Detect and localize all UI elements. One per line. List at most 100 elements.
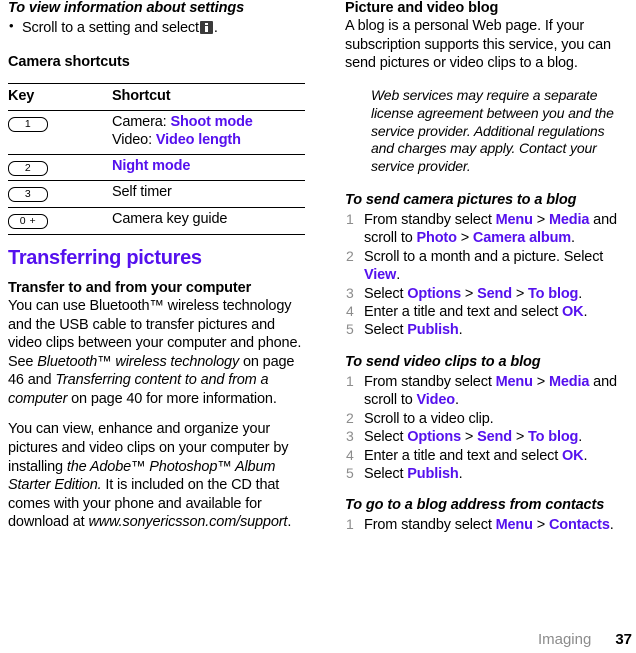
key-cell: 1 (8, 110, 112, 155)
bullet-list-view-info: Scroll to a setting and select. (8, 18, 308, 38)
footer-page-number: 37 (615, 631, 632, 648)
ui-reference-options[interactable]: Options (407, 286, 461, 302)
list-item: Enter a title and text and select OK. (345, 303, 630, 321)
ui-reference-view[interactable]: View (364, 267, 396, 283)
ui-reference-video[interactable]: Video (417, 392, 456, 408)
procedure-title-go-to-blog-address: To go to a blog address from contacts (345, 497, 605, 514)
ui-reference-ok[interactable]: OK (562, 448, 584, 464)
ui-reference-send[interactable]: Send (477, 286, 512, 302)
key-cell: 2 (8, 153, 112, 181)
shortcut-link[interactable]: Night mode (112, 158, 190, 174)
step-text: > (511, 285, 529, 302)
list-item: Scroll to a setting and select. (8, 18, 308, 38)
ui-reference-to-blog[interactable]: To blog (528, 429, 578, 445)
list-item: Select Publish. (345, 321, 630, 339)
exclamation-icon (348, 89, 355, 107)
paragraph-transfer-info: You can use Bluetooth™ wireless technolo… (8, 297, 308, 408)
step-text: From standby select (364, 373, 496, 390)
shortcut-cell: Camera: Shoot mode Video: Video length (112, 110, 305, 155)
shortcut-cell: Camera key guide (112, 207, 305, 235)
shortcut-link[interactable]: Shoot mode (170, 114, 252, 130)
manual-page: To view information about settings Scrol… (0, 0, 636, 653)
step-text: Select (364, 465, 408, 482)
ui-reference-menu[interactable]: Menu (496, 517, 533, 533)
section-heading-transferring-pictures: Transferring pictures (8, 246, 202, 269)
ui-reference-media[interactable]: Media (549, 374, 589, 390)
note-text: Web services may require a separate lice… (371, 87, 614, 175)
step-text: . (583, 304, 588, 320)
step-text: > (532, 373, 549, 390)
paragraph-photoshop-album: You can view, enhance and organize your … (8, 420, 308, 531)
cross-reference: Bluetooth™ wireless technology (37, 353, 240, 370)
bullet-text-after: . (213, 20, 218, 37)
paragraph-part: . (287, 514, 292, 531)
ui-reference-media[interactable]: Media (549, 212, 589, 228)
info-icon (199, 21, 213, 35)
table-header-row: Key Shortcut (8, 82, 305, 111)
bullet-text-before: Scroll to a setting and select (22, 20, 199, 37)
procedure-title-send-camera-pictures: To send camera pictures to a blog (345, 191, 577, 208)
footer-section-name: Imaging (537, 631, 592, 648)
keycap-2: 2 (8, 160, 48, 176)
camera-shortcuts-heading: Camera shortcuts (8, 53, 130, 70)
ui-reference-send[interactable]: Send (477, 429, 512, 445)
step-text: From standby select (364, 517, 496, 534)
ui-reference-options[interactable]: Options (407, 429, 461, 445)
ui-reference-menu[interactable]: Menu (496, 212, 533, 228)
step-text: Enter a title and text and select (364, 304, 563, 320)
table-row: 0 + Camera key guide (8, 207, 305, 235)
table-row: 2 Night mode (8, 153, 305, 181)
keycap-3: 3 (8, 187, 48, 203)
table-row: 1 Camera: Shoot mode Video: Video length (8, 110, 305, 155)
step-text: > (461, 285, 478, 302)
procedure-title-send-video-clips: To send video clips to a blog (345, 353, 541, 370)
step-text: . (583, 447, 588, 464)
step-text: Select (364, 285, 408, 302)
step-text: Scroll to a month and a picture. Select (364, 248, 604, 265)
step-text: . (571, 230, 575, 247)
procedure-steps-go-to-blog-address: From standby select Menu > Contacts. (345, 516, 630, 534)
list-item: Scroll to a month and a picture. Select … (345, 248, 630, 285)
step-text: . (578, 285, 583, 302)
ui-reference-ok[interactable]: OK (562, 304, 584, 320)
page-footer: Imaging 37 (0, 631, 636, 648)
column-header-key: Key (8, 82, 112, 111)
right-column: Picture and video blog A blog is a perso… (345, 0, 630, 535)
shortcut-link[interactable]: Video length (156, 132, 241, 148)
left-column: To view information about settings Scrol… (8, 0, 308, 532)
list-item: From standby select Menu > Media and scr… (345, 373, 630, 410)
procedure-title-view-info: To view information about settings (8, 0, 245, 16)
ui-reference-publish[interactable]: Publish (407, 466, 458, 482)
step-text: . (396, 267, 401, 284)
ui-reference-camera-album[interactable]: Camera album (473, 230, 571, 246)
procedure-steps-send-camera-pictures: From standby select Menu > Media and scr… (345, 211, 630, 340)
shortcut-line-prefix: Video: (112, 132, 156, 149)
column-header-shortcut: Shortcut (112, 82, 305, 111)
key-cell: 0 + (8, 207, 112, 235)
ui-reference-menu[interactable]: Menu (496, 374, 533, 390)
step-text: From standby select (364, 211, 496, 228)
list-item: From standby select Menu > Media and scr… (345, 211, 630, 248)
ui-reference-contacts[interactable]: Contacts (549, 517, 610, 533)
shortcut-line-prefix: Camera: (112, 114, 171, 131)
step-text: Scroll to a video clip. (364, 410, 494, 427)
list-item: Enter a title and text and select OK. (345, 447, 630, 465)
step-text: > (456, 230, 473, 247)
ui-reference-to-blog[interactable]: To blog (528, 286, 578, 302)
step-text: > (532, 211, 549, 228)
ui-reference-photo[interactable]: Photo (417, 230, 457, 246)
key-cell: 3 (8, 180, 112, 208)
step-text: Select (364, 429, 408, 446)
ui-reference-publish[interactable]: Publish (407, 322, 458, 338)
procedure-steps-send-video-clips: From standby select Menu > Media and scr… (345, 373, 630, 483)
keycap-1: 1 (8, 117, 48, 133)
table-row: 3 Self timer (8, 180, 305, 208)
step-text: > (532, 517, 549, 534)
paragraph-blog-intro: A blog is a personal Web page. If your s… (345, 18, 611, 72)
step-text: > (461, 429, 478, 446)
note-web-services: Web services may require a separate lice… (345, 87, 630, 176)
list-item: Scroll to a video clip. (345, 410, 630, 428)
shortcut-cell: Self timer (112, 180, 305, 208)
subheading-transfer-to-from-computer: Transfer to and from your computer (8, 279, 252, 296)
web-address: www.sonyericsson.com/support (88, 514, 288, 531)
